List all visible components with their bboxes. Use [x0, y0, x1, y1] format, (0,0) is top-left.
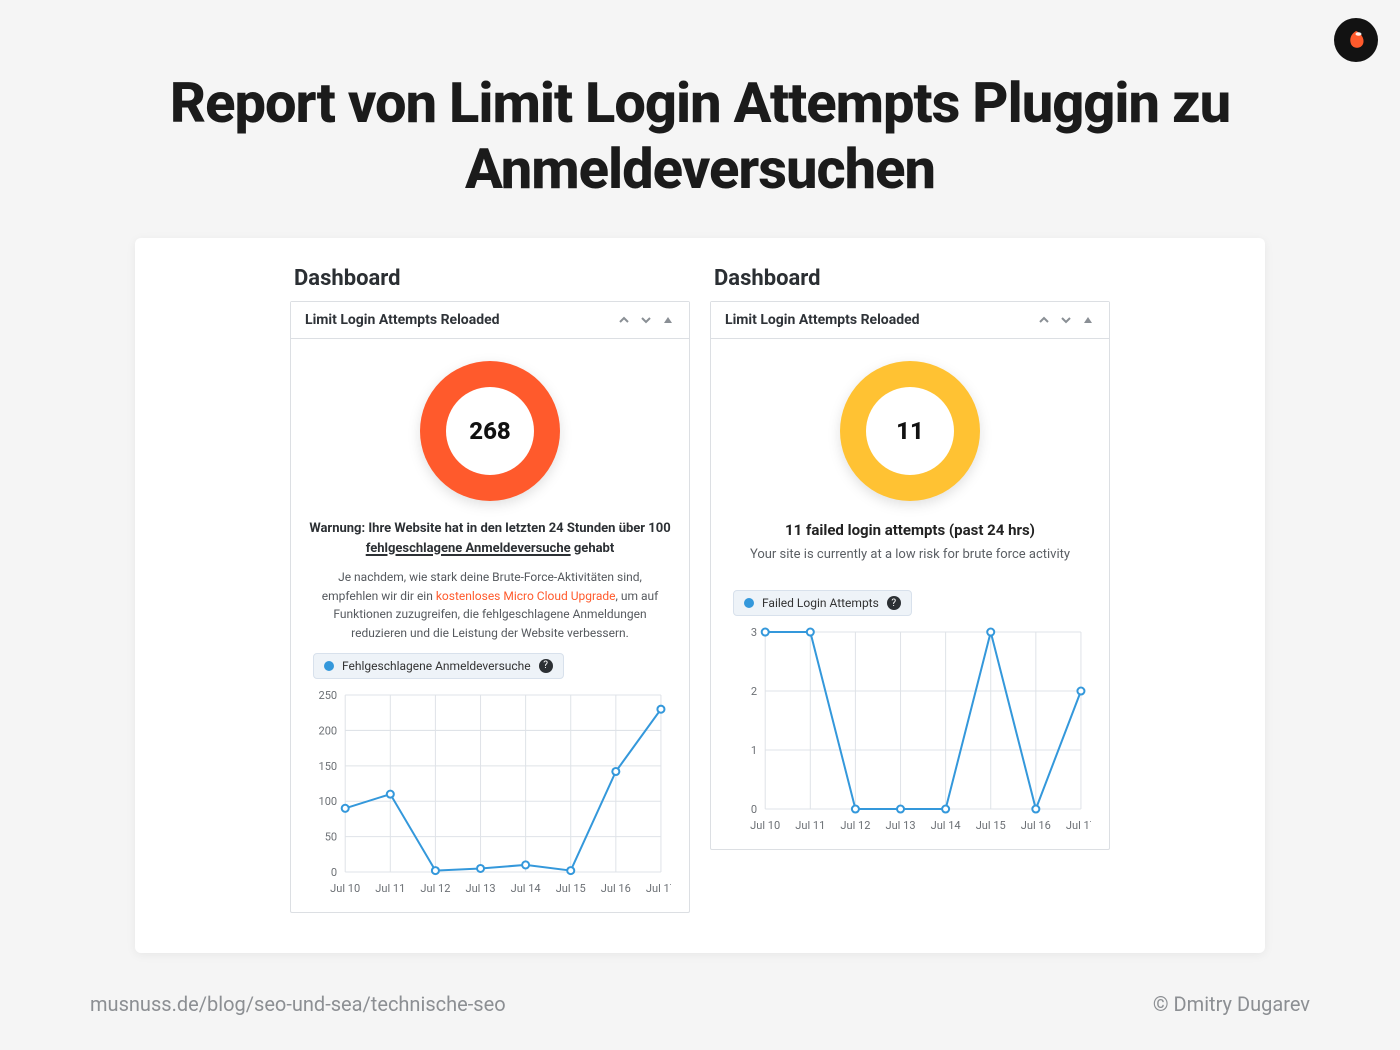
svg-text:Jul 15: Jul 15 [976, 819, 1006, 832]
page-footer: musnuss.de/blog/seo-und-sea/technische-s… [0, 992, 1400, 1016]
dashboard-panel-right: Dashboard Limit Login Attempts Reloaded … [710, 260, 1110, 913]
svg-text:200: 200 [319, 724, 338, 737]
attempts-line-chart-left: 0 50 100 150 200 250 Jul 10 Jul 11 Jul 12 Jul 13 J… [309, 687, 671, 898]
svg-text:250: 250 [319, 689, 338, 702]
svg-text:Jul 17: Jul 17 [1066, 819, 1091, 832]
svg-text:Jul 10: Jul 10 [330, 882, 360, 895]
widget-card-left: Limit Login Attempts Reloaded 268 Warnun… [290, 301, 690, 913]
legend-label: Failed Login Attempts [762, 596, 879, 610]
chevron-down-icon[interactable] [1059, 313, 1073, 327]
source-url-text: musnuss.de/blog/seo-und-sea/technische-s… [90, 992, 506, 1016]
svg-text:Jul 11: Jul 11 [375, 882, 405, 895]
chevron-up-icon[interactable] [1037, 313, 1051, 327]
svg-text:50: 50 [325, 830, 337, 843]
widget-card-right: Limit Login Attempts Reloaded 11 11 fail… [710, 301, 1110, 850]
svg-text:3: 3 [751, 626, 757, 639]
upgrade-link[interactable]: kostenloses Micro Cloud Upgrade [436, 589, 616, 603]
copyright-text: © Dmitry Dugarev [1153, 992, 1310, 1016]
chart-legend: Fehlgeschlagene Anmeldeversuche ? [313, 653, 564, 679]
svg-text:Jul 13: Jul 13 [886, 819, 916, 832]
svg-text:Jul 10: Jul 10 [750, 819, 780, 832]
collapse-triangle-icon[interactable] [1081, 313, 1095, 327]
svg-text:Jul 13: Jul 13 [466, 882, 496, 895]
svg-text:0: 0 [331, 866, 337, 879]
status-subtext: Your site is currently at a low risk for… [729, 547, 1091, 562]
attempts-count: 11 [896, 417, 924, 445]
legend-label: Fehlgeschlagene Anmeldeversuche [342, 659, 531, 673]
svg-text:Jul 14: Jul 14 [931, 819, 961, 832]
widget-header: Limit Login Attempts Reloaded [291, 302, 689, 339]
page-title: Report von Limit Login Attempts Pluggin … [0, 0, 1400, 238]
help-icon[interactable]: ? [887, 596, 901, 610]
attempts-count: 268 [469, 417, 511, 445]
chevron-up-icon[interactable] [617, 313, 631, 327]
svg-text:Jul 16: Jul 16 [601, 882, 631, 895]
widget-title: Limit Login Attempts Reloaded [305, 312, 500, 328]
dashboard-heading: Dashboard [290, 260, 690, 301]
warning-text: Warnung: Ihre Website hat in den letzten… [309, 519, 671, 558]
chevron-down-icon[interactable] [639, 313, 653, 327]
svg-text:Jul 11: Jul 11 [795, 819, 825, 832]
screenshot-stage: Dashboard Limit Login Attempts Reloaded … [135, 238, 1265, 953]
chart-legend: Failed Login Attempts ? [733, 590, 912, 616]
svg-text:Jul 16: Jul 16 [1021, 819, 1051, 832]
brand-nut-icon [1334, 18, 1378, 62]
attempts-donut: 268 [420, 361, 560, 501]
svg-text:100: 100 [319, 795, 338, 808]
svg-text:Jul 15: Jul 15 [556, 882, 586, 895]
svg-text:2: 2 [751, 685, 757, 698]
svg-text:0: 0 [751, 803, 757, 816]
legend-dot-icon [324, 661, 334, 671]
svg-text:Jul 12: Jul 12 [420, 882, 450, 895]
status-heading: 11 failed login attempts (past 24 hrs) [729, 521, 1091, 539]
widget-header: Limit Login Attempts Reloaded [711, 302, 1109, 339]
widget-title: Limit Login Attempts Reloaded [725, 312, 920, 328]
upgrade-note: Je nachdem, wie stark deine Brute-Force-… [309, 568, 671, 642]
help-icon[interactable]: ? [539, 659, 553, 673]
attempts-line-chart-right: 0 1 2 3 Jul 10 Jul 11 Jul 12 Jul 13 Jul 14 Jul 15… [729, 624, 1091, 835]
dashboard-heading: Dashboard [710, 260, 1110, 301]
svg-text:Jul 17: Jul 17 [646, 882, 671, 895]
svg-text:Jul 12: Jul 12 [840, 819, 870, 832]
svg-text:1: 1 [751, 744, 757, 757]
dashboard-panel-left: Dashboard Limit Login Attempts Reloaded … [290, 260, 690, 913]
svg-text:150: 150 [319, 759, 338, 772]
svg-text:Jul 14: Jul 14 [511, 882, 541, 895]
collapse-triangle-icon[interactable] [661, 313, 675, 327]
legend-dot-icon [744, 598, 754, 608]
attempts-donut: 11 [840, 361, 980, 501]
